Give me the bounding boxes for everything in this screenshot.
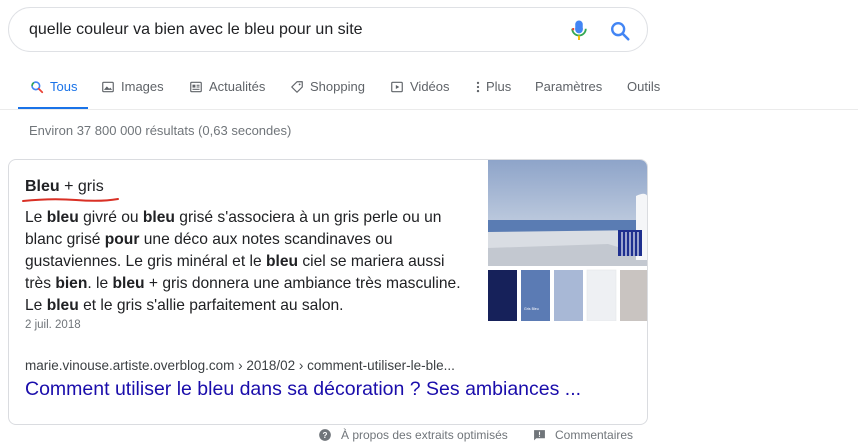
tab-images[interactable]: Images — [101, 66, 164, 110]
tab-label: Actualités — [209, 79, 266, 94]
search-input[interactable]: quelle couleur va bien avec le bleu pour… — [29, 21, 363, 39]
snippet-highlight: bleu — [265, 253, 299, 270]
snippet-text-part: . le — [87, 275, 113, 292]
color-swatch — [586, 269, 617, 321]
snippet-text-part: givré ou — [78, 209, 143, 226]
search-box[interactable]: quelle couleur va bien avec le bleu pour… — [8, 7, 648, 52]
image-icon — [102, 81, 114, 93]
snippet-heading-bold: Bleu — [25, 178, 60, 195]
snippet-text: Le bleu givré ou bleu grisé s'associera … — [25, 207, 465, 317]
result-title-link[interactable]: Comment utiliser le bleu dans sa décorat… — [25, 378, 581, 401]
color-swatch — [554, 270, 583, 321]
news-icon — [190, 81, 202, 93]
result-stats: Environ 37 800 000 résultats (0,63 secon… — [29, 123, 292, 138]
tab-label: Paramètres — [535, 79, 603, 94]
svg-text:?: ? — [323, 431, 328, 440]
snippet-heading-rest: + gris — [59, 178, 104, 195]
red-underline-annotation — [22, 198, 119, 202]
tab-label: Images — [121, 79, 164, 94]
help-icon: ? — [319, 429, 331, 441]
color-swatch — [521, 270, 550, 321]
snippet-thumbnail[interactable]: Gris Bleu — [488, 160, 648, 321]
more-vert-icon — [476, 81, 480, 93]
snippet-highlight: bleu — [46, 297, 79, 314]
feedback-label: Commentaires — [555, 428, 634, 442]
snippet-text-part: et le gris s'allie parfaitement au salon… — [78, 297, 344, 314]
featured-snippet: Bleu + gris Le bleu givré ou bleu grisé … — [8, 159, 648, 425]
tabs-divider — [0, 109, 858, 110]
tab-plus[interactable]: Plus — [474, 66, 511, 110]
tab-label: Tous — [50, 79, 78, 94]
snippet-highlight: bien — [55, 275, 88, 292]
swatch-caption: Gris Bleu — [524, 307, 539, 311]
tab-outils[interactable]: Outils — [627, 66, 660, 110]
snippet-highlight: bleu — [142, 209, 175, 226]
color-swatch — [620, 270, 647, 321]
tab-label: Plus — [486, 79, 512, 94]
feedback-link[interactable]: Commentaires — [533, 428, 633, 442]
about-snippets-link[interactable]: ? À propos des extraits optimisés — [318, 428, 508, 442]
tab-tous[interactable]: Tous — [18, 66, 89, 110]
snippet-heading: Bleu + gris — [25, 178, 104, 196]
snippet-highlight: bleu — [46, 209, 79, 226]
play-icon — [391, 81, 403, 93]
search-icon — [31, 81, 44, 94]
tab-shopping[interactable]: Shopping — [290, 66, 365, 110]
snippet-highlight: bleu — [112, 275, 145, 292]
tab-videos[interactable]: Vidéos — [390, 66, 450, 110]
search-tabs: Tous Images Actualités Shopping Vidéos P… — [0, 66, 858, 110]
tab-parametres[interactable]: Paramètres — [535, 66, 602, 110]
tab-label: Vidéos — [410, 79, 450, 94]
feedback-icon — [534, 429, 545, 440]
about-snippets-label: À propos des extraits optimisés — [341, 428, 508, 442]
snippet-text-part: Le — [25, 209, 47, 226]
search-icon[interactable] — [609, 20, 631, 42]
microphone-icon[interactable] — [570, 19, 588, 43]
tab-label: Outils — [627, 79, 661, 94]
tab-label: Shopping — [310, 79, 365, 94]
result-cite: marie.vinouse.artiste.overblog.com › 201… — [25, 358, 455, 373]
color-swatch — [488, 270, 517, 321]
snippet-date: 2 juil. 2018 — [25, 319, 81, 331]
snippet-highlight: pour — [104, 231, 140, 248]
tab-actualites[interactable]: Actualités — [189, 66, 265, 110]
tag-icon — [291, 81, 303, 93]
